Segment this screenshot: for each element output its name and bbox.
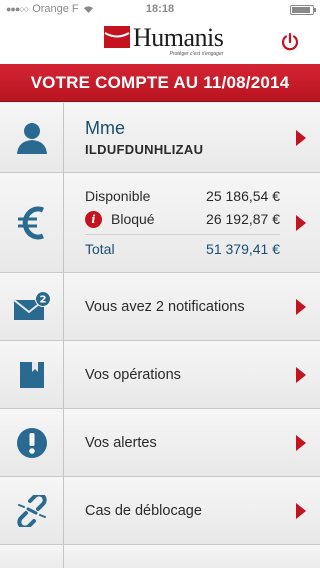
page-title: VOTRE COMPTE AU 11/08/2014 [0,64,320,102]
battery-icon [290,5,316,15]
logo-mark-icon [104,26,130,48]
chevron-right-icon [296,366,306,383]
status-bar: ●●●○○ Orange F 18:18 [0,0,320,20]
status-time: 18:18 [145,3,175,15]
logo-name: Humanis [133,23,224,52]
total-balance: Total 51 379,41 € [85,241,280,261]
chevron-right-icon [296,502,306,519]
humanis-logo: Humanis Protéger c'est s'engager [104,23,224,57]
account-title: Mme [85,117,125,138]
operations-row[interactable]: Vos opérations [0,341,320,409]
notifications-badge: 2 [39,294,46,305]
available-value: 25 186,54 € [206,188,280,204]
chevron-right-icon [296,214,306,231]
alert-icon [16,427,47,458]
icon-cell [0,173,64,272]
blocked-balance: i Bloqué 26 192,87 € [85,211,280,231]
icon-cell [0,545,64,568]
chevron-right-icon [296,298,306,315]
book-icon [19,361,44,388]
account-name: ILDUFDUNHLIZAU [85,141,204,157]
person-icon [16,122,47,154]
divider [85,234,280,235]
unblocking-row[interactable]: Cas de déblocage [0,477,320,545]
notifications-label: Vous avez 2 notifications [85,298,245,315]
power-icon[interactable] [280,32,300,52]
unblocking-label: Cas de déblocage [85,502,202,519]
balance-row[interactable]: Disponible 25 186,54 € i Bloqué 26 192,8… [0,173,320,273]
icon-cell [0,341,64,408]
icon-cell [0,477,64,544]
available-balance: Disponible 25 186,54 € [85,188,280,208]
partial-row[interactable] [0,545,320,568]
notifications-row[interactable]: 2 Vous avez 2 notifications [0,273,320,341]
broken-link-icon [16,494,47,527]
blocked-value: 26 192,87 € [206,211,280,227]
info-icon[interactable]: i [85,211,102,228]
alerts-row[interactable]: Vos alertes [0,409,320,477]
mail-icon: 2 [12,290,51,320]
operations-label: Vos opérations [85,366,181,383]
icon-cell [0,103,64,172]
total-value: 51 379,41 € [206,241,280,257]
blocked-label: Bloqué [111,211,155,227]
app-header: Humanis Protéger c'est s'engager [0,20,320,64]
account-menu: Mme ILDUFDUNHLIZAU Disponible 25 186,54 … [0,103,320,568]
available-label: Disponible [85,188,151,204]
icon-cell [0,409,64,476]
icon-cell: 2 [0,273,64,340]
chevron-right-icon [296,129,306,146]
total-label: Total [85,241,115,257]
chevron-right-icon [296,434,306,451]
euro-icon [17,206,44,239]
alerts-label: Vos alertes [85,434,157,451]
account-holder-row[interactable]: Mme ILDUFDUNHLIZAU [0,103,320,173]
